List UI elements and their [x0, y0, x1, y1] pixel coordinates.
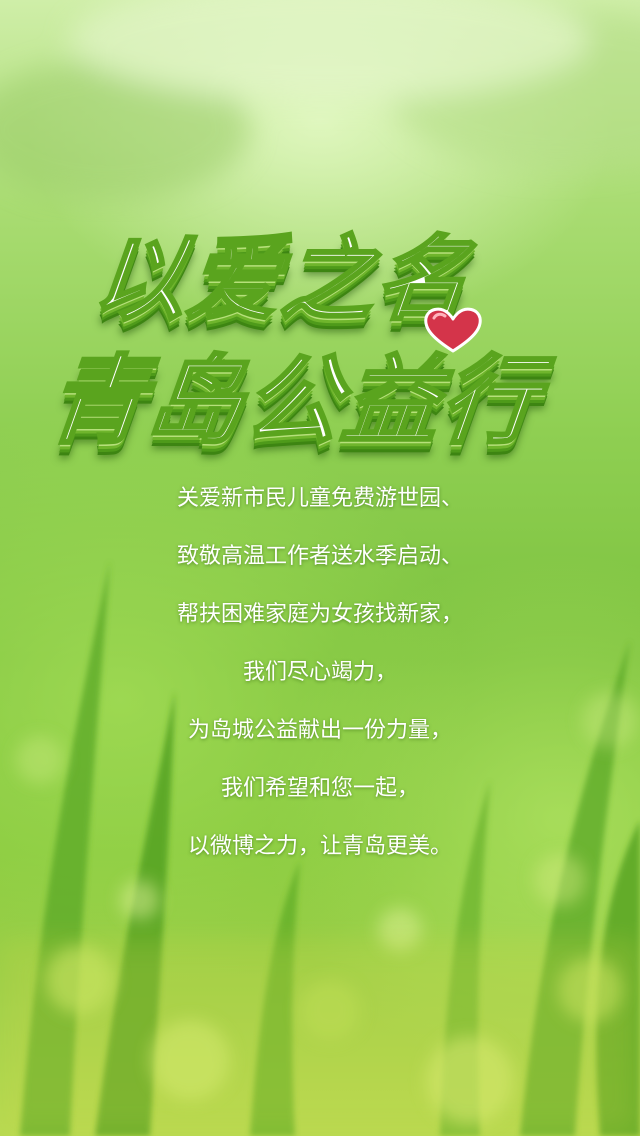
message-line: 我们希望和您一起，: [220, 776, 419, 801]
message-text: 关爱新市民儿童免费游世园、 致敬高温工作者送水季启动、 帮扶困难家庭为女孩找新家…: [40, 470, 600, 876]
message-line: 关爱新市民儿童免费游世园、: [176, 486, 463, 511]
message-line: 致敬高温工作者送水季启动、: [176, 544, 463, 569]
message-line: 为岛城公益献出一份力量，: [187, 718, 452, 743]
poster-title: 以爱之名 青岛公益行: [0, 205, 640, 459]
heart-icon: [424, 307, 482, 353]
message-line: 我们尽心竭力，: [242, 660, 397, 685]
message-line: 帮扶困难家庭为女孩找新家，: [176, 602, 463, 627]
message-line: 以微博之力，让青岛更美。: [187, 834, 452, 859]
poster: 以爱之名 青岛公益行 关爱新市民儿童免费游世园、 致敬高温工作者送水季启动、 帮…: [0, 0, 640, 1136]
